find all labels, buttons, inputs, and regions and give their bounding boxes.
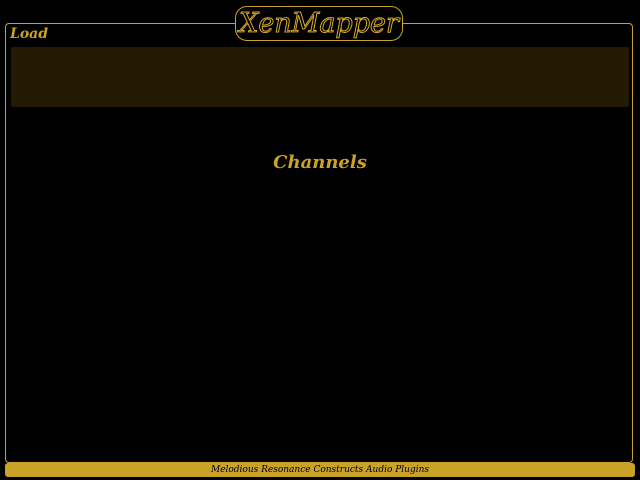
footer-bar: Melodious Resonance Constructs Audio Plu… [5,463,635,477]
load-panel[interactable] [11,47,629,107]
app-title: XenMapper [239,8,400,39]
footer-text: Melodious Resonance Constructs Audio Plu… [210,464,430,475]
app-title-badge: XenMapper [235,6,403,41]
channels-heading: Channels [273,152,367,173]
load-label[interactable]: Load [10,27,48,41]
